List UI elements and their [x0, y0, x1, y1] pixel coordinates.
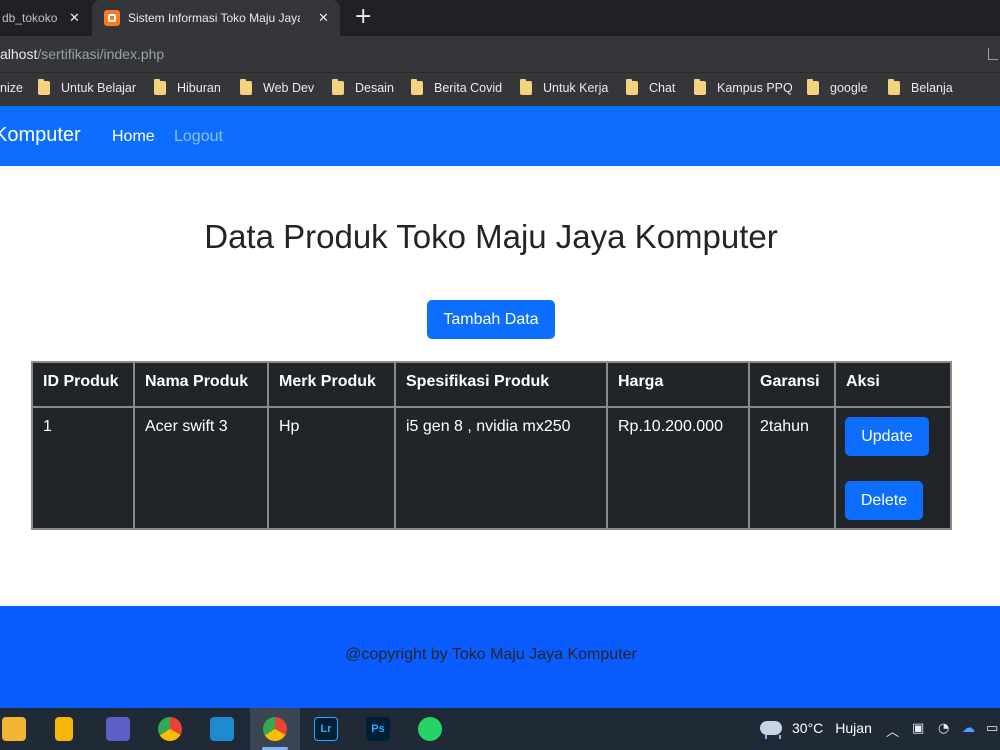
nav-link-logout[interactable]: Logout: [174, 128, 223, 146]
bookmark-folder[interactable]: Untuk Belajar: [38, 79, 137, 95]
bookmark-folder[interactable]: Belanja: [888, 79, 953, 95]
footer: @copyright by Toko Maju Jaya Komputer: [0, 606, 1000, 708]
bookmark-label: Hiburan: [177, 81, 221, 95]
bookmark-folder[interactable]: Untuk Kerja: [520, 79, 609, 95]
whatsapp-icon[interactable]: [418, 717, 442, 741]
navbar-brand[interactable]: Komputer: [0, 124, 81, 147]
url-host: alhost: [0, 46, 38, 62]
google-keep-icon[interactable]: [55, 717, 73, 741]
folder-icon: [888, 79, 900, 95]
folder-icon: [520, 79, 532, 95]
tab-db-tokoko[interactable]: db_tokoko ✕: [0, 0, 90, 36]
weather-widget[interactable]: 30°C Hujan: [760, 720, 872, 739]
tab-title: db_tokoko: [2, 11, 58, 25]
chrome-profile-icon[interactable]: [263, 717, 287, 741]
add-data-button[interactable]: Tambah Data: [427, 300, 555, 339]
xampp-favicon-icon: [104, 10, 120, 26]
address-bar: alhost/sertifikasi/index.php: [0, 36, 1000, 72]
rain-cloud-icon: [760, 721, 782, 739]
folder-icon: [38, 79, 50, 95]
close-icon[interactable]: ✕: [318, 10, 329, 26]
vscode-icon[interactable]: [210, 717, 234, 741]
close-icon[interactable]: ✕: [69, 10, 80, 26]
folder-icon: [240, 79, 252, 95]
bookmark-item[interactable]: nize: [0, 81, 23, 95]
bookmarks-bar: nize Untuk Belajar Hiburan Web Dev Desai…: [0, 72, 1000, 106]
bookmark-folder[interactable]: Berita Covid: [411, 79, 503, 95]
tab-title: Sistem Informasi Toko Maju Jaya: [128, 11, 300, 25]
file-explorer-icon[interactable]: [2, 717, 26, 741]
navbar: Komputer Home Logout: [0, 106, 1000, 166]
table-header-cell: Garansi: [750, 363, 834, 406]
bookmark-folder[interactable]: google: [807, 79, 868, 95]
chrome-icon[interactable]: [158, 717, 182, 741]
bookmark-label: Chat: [649, 81, 676, 95]
onedrive-icon[interactable]: ☁: [962, 721, 975, 736]
bookmark-label: Berita Covid: [434, 81, 503, 95]
bookmark-label: google: [830, 81, 868, 95]
folder-icon: [807, 79, 819, 95]
bookmark-folder[interactable]: Web Dev: [240, 79, 315, 95]
bookmark-folder[interactable]: Kampus PPQ: [694, 79, 793, 95]
bookmark-folder[interactable]: Desain: [332, 79, 394, 95]
battery-icon[interactable]: ▭: [986, 721, 998, 736]
bookmark-label: Kampus PPQ: [717, 81, 793, 95]
meet-now-icon[interactable]: ▣: [912, 721, 924, 736]
bookmark-folder[interactable]: Chat: [626, 79, 676, 95]
folder-icon: [411, 79, 423, 95]
table-header-cell: Harga: [608, 363, 748, 406]
new-tab-button[interactable]: +: [354, 4, 372, 30]
table-header-cell: ID Produk: [33, 363, 133, 406]
bookmark-label: Web Dev: [263, 81, 315, 95]
page-title: Data Produk Toko Maju Jaya Komputer: [204, 218, 778, 255]
bookmark-label: Untuk Kerja: [543, 81, 609, 95]
update-button[interactable]: Update: [845, 417, 929, 456]
chevron-up-icon[interactable]: ︿: [886, 721, 899, 740]
lightroom-icon[interactable]: Lr: [314, 717, 338, 741]
bookmark-label: Belanja: [911, 81, 953, 95]
taskbar: Lr Ps 30°C Hujan ︿ ▣ ◔ ☁ ▭: [0, 708, 1000, 750]
table-cell-price: Rp.10.200.000: [608, 408, 748, 528]
weather-temperature: 30°C: [792, 720, 824, 736]
folder-icon: [332, 79, 344, 95]
photoshop-icon[interactable]: Ps: [366, 717, 390, 741]
table-header-cell: Aksi: [836, 363, 950, 406]
url-field[interactable]: alhost/sertifikasi/index.php: [0, 46, 164, 62]
browser-tab-bar: db_tokoko ✕ Sistem Informasi Toko Maju J…: [0, 0, 1000, 36]
footer-copyright: @copyright by Toko Maju Jaya Komputer: [345, 646, 637, 663]
nav-link-home[interactable]: Home: [112, 128, 155, 146]
bookmark-label: nize: [0, 81, 23, 95]
install-icon[interactable]: [988, 48, 998, 60]
bookmark-folder[interactable]: Hiburan: [154, 79, 221, 95]
folder-icon: [154, 79, 166, 95]
table-header-cell: Spesifikasi Produk: [396, 363, 606, 406]
weather-condition: Hujan: [835, 720, 872, 736]
tab-sistem-informasi[interactable]: Sistem Informasi Toko Maju Jaya ✕: [92, 0, 340, 36]
folder-icon: [626, 79, 638, 95]
product-table: ID Produk Nama Produk Merk Produk Spesif…: [31, 361, 952, 530]
table-cell-id: 1: [33, 408, 133, 528]
url-path: /sertifikasi/index.php: [37, 46, 165, 62]
folder-icon: [694, 79, 706, 95]
wifi-icon[interactable]: ◔: [938, 721, 949, 736]
table-header-cell: Merk Produk: [269, 363, 394, 406]
teams-icon[interactable]: [106, 717, 130, 741]
table-cell-warranty: 2tahun: [750, 408, 834, 528]
table-cell-name: Acer swift 3: [135, 408, 267, 528]
table-header-cell: Nama Produk: [135, 363, 267, 406]
table-cell-brand: Hp: [269, 408, 394, 528]
bookmark-label: Desain: [355, 81, 394, 95]
table-cell-spec: i5 gen 8 , nvidia mx250: [396, 408, 606, 528]
delete-button[interactable]: Delete: [845, 481, 923, 520]
bookmark-label: Untuk Belajar: [61, 81, 137, 95]
